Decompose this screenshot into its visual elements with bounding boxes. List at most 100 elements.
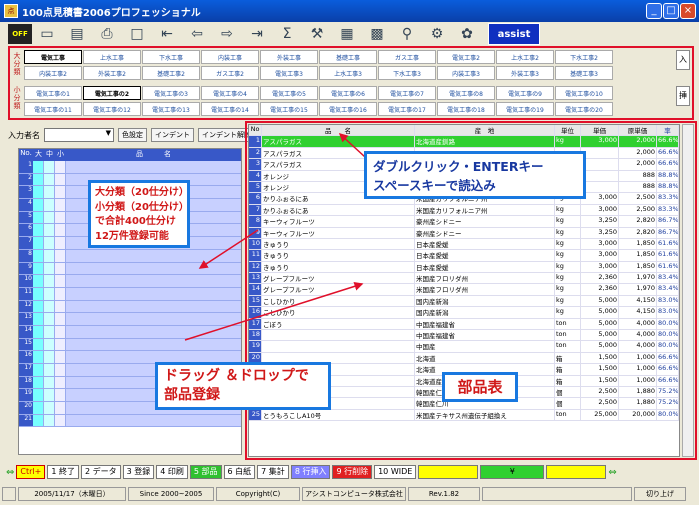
estimate-row[interactable]: 11 xyxy=(19,287,241,301)
major-category-button[interactable]: 電気工事2 xyxy=(437,50,495,64)
wrench-icon[interactable]: ⚒ xyxy=(302,23,332,45)
minor-category-button[interactable]: 電気工事の1 xyxy=(24,86,82,100)
minor-category-button[interactable]: 電気工事の17 xyxy=(378,102,436,116)
print-icon[interactable]: ⎙ xyxy=(92,23,122,45)
middle-cell[interactable] xyxy=(44,199,55,211)
major-cell[interactable] xyxy=(33,325,44,338)
middle-cell[interactable] xyxy=(44,287,55,300)
parts-row[interactable]: 13 グレープフルーツ 米国産フロリダ州 kg 2,360 1,970 83.4% xyxy=(249,273,679,285)
parts-table-scrollbar[interactable] xyxy=(682,124,694,457)
parts-row[interactable]: 16 こしひかり 国内産新潟 kg 5,000 4,150 83.0% xyxy=(249,307,679,319)
minor-category-button[interactable]: 電気工事の3 xyxy=(142,86,200,100)
color-settings-button[interactable]: 色設定 xyxy=(118,128,147,142)
minor-category-button[interactable]: 電気工事の8 xyxy=(437,86,495,100)
gear-icon[interactable]: ⚙ xyxy=(422,23,452,45)
minor-category-button[interactable]: 電気工事の14 xyxy=(201,102,259,116)
major-cell[interactable] xyxy=(33,300,44,313)
major-cell[interactable] xyxy=(33,313,44,325)
estimate-row[interactable]: 12 xyxy=(19,300,241,314)
f13-key[interactable] xyxy=(546,465,607,479)
f5-parts-key[interactable]: 5 部品 xyxy=(189,465,222,479)
document-icon[interactable]: ▦ xyxy=(332,23,362,45)
last-record-icon[interactable]: ⇥ xyxy=(242,23,272,45)
major-category-button[interactable]: 上水工事3 xyxy=(319,66,377,80)
major-cell[interactable] xyxy=(33,173,44,186)
first-record-icon[interactable]: ⇤ xyxy=(152,23,182,45)
major-category-button[interactable]: 下水工事 xyxy=(142,50,200,64)
prev-record-icon[interactable]: ⇦ xyxy=(182,23,212,45)
minor-category-button[interactable]: 電気工事の6 xyxy=(319,86,377,100)
indent-button[interactable]: インデント xyxy=(151,128,194,142)
item-name-cell[interactable] xyxy=(66,313,241,325)
major-category-button[interactable]: 上水工事 xyxy=(83,50,141,64)
major-cell[interactable] xyxy=(33,351,44,363)
major-cell[interactable] xyxy=(33,237,44,249)
minor-cell[interactable] xyxy=(55,275,66,287)
middle-cell[interactable] xyxy=(44,211,55,224)
major-category-button[interactable]: 内装工事3 xyxy=(437,66,495,80)
f4-print-key[interactable]: 4 印刷 xyxy=(156,465,188,479)
parts-row[interactable]: 19 中国産 ton 5,000 4,000 80.0% xyxy=(249,341,679,353)
major-cell[interactable] xyxy=(33,275,44,287)
maximize-button[interactable]: □ xyxy=(663,3,679,19)
major-cell[interactable] xyxy=(33,287,44,300)
estimate-row[interactable]: 14 xyxy=(19,325,241,339)
major-cell[interactable] xyxy=(33,211,44,224)
minor-category-button[interactable]: 電気工事の11 xyxy=(24,102,82,116)
next-record-icon[interactable]: ⇨ xyxy=(212,23,242,45)
f11-key[interactable] xyxy=(418,465,479,479)
middle-cell[interactable] xyxy=(44,237,55,249)
middle-cell[interactable] xyxy=(44,173,55,186)
power-off-button[interactable]: OFF xyxy=(8,24,32,44)
major-category-button[interactable]: ガス工事2 xyxy=(201,66,259,80)
major-category-button[interactable]: 内装工事 xyxy=(201,50,259,64)
f3-register-key[interactable]: 3 登録 xyxy=(122,465,155,479)
middle-cell[interactable] xyxy=(44,376,55,389)
minor-category-button[interactable]: 電気工事の15 xyxy=(260,102,318,116)
new-page-icon[interactable]: □ xyxy=(122,23,152,45)
major-cell[interactable] xyxy=(33,262,44,275)
minor-cell[interactable] xyxy=(55,414,66,427)
minor-cell[interactable] xyxy=(55,300,66,313)
minor-cell[interactable] xyxy=(55,161,66,173)
insert-category-button[interactable]: 挿 xyxy=(676,86,690,106)
save-icon[interactable]: ▤ xyxy=(62,23,92,45)
major-category-button[interactable]: 外装工事 xyxy=(260,50,318,64)
item-name-cell[interactable] xyxy=(66,275,241,287)
estimate-row[interactable]: 1 xyxy=(19,161,241,174)
middle-cell[interactable] xyxy=(44,389,55,402)
estimate-row[interactable]: 21 xyxy=(19,414,241,428)
parts-row[interactable]: 18 中国産福建省 ton 5,000 4,000 80.0% xyxy=(249,330,679,342)
f12-yen-key[interactable]: ¥ xyxy=(480,465,545,479)
major-cell[interactable] xyxy=(33,186,44,199)
major-category-button[interactable]: 基礎工事3 xyxy=(555,66,613,80)
parts-row[interactable]: 25 とうもろこしA10号 米国産テキサス州遺伝子組換え ton 25,000 20,00… xyxy=(249,409,679,422)
calendar-icon[interactable]: ▩ xyxy=(362,23,392,45)
major-cell[interactable] xyxy=(33,389,44,402)
middle-cell[interactable] xyxy=(44,161,55,173)
major-category-button[interactable]: 電気工事 xyxy=(24,50,82,64)
minor-category-button[interactable]: 電気工事の13 xyxy=(142,102,200,116)
middle-cell[interactable] xyxy=(44,313,55,325)
major-cell[interactable] xyxy=(33,376,44,389)
major-category-button[interactable]: 基礎工事2 xyxy=(142,66,200,80)
minor-cell[interactable] xyxy=(55,211,66,224)
middle-cell[interactable] xyxy=(44,325,55,338)
minor-cell[interactable] xyxy=(55,173,66,186)
close-button[interactable]: × xyxy=(680,3,696,19)
estimate-row[interactable]: 13 xyxy=(19,313,241,326)
assist-button[interactable]: assist xyxy=(488,23,540,45)
item-name-cell[interactable] xyxy=(66,262,241,275)
minor-cell[interactable] xyxy=(55,313,66,325)
parts-row[interactable]: 12 きゅうり 日本産愛媛 kg 3,000 1,850 61.6% xyxy=(249,261,679,274)
item-name-cell[interactable] xyxy=(66,414,241,427)
estimate-row[interactable]: 15 xyxy=(19,338,241,352)
minor-category-button[interactable]: 電気工事の12 xyxy=(83,102,141,116)
status-rounding[interactable]: 切り上げ xyxy=(634,487,686,501)
f2-data-key[interactable]: 2 データ xyxy=(80,465,121,479)
f9-delete-row-key[interactable]: 9 行削除 xyxy=(332,465,373,479)
f7-total-key[interactable]: 7 集計 xyxy=(257,465,289,479)
middle-cell[interactable] xyxy=(44,249,55,262)
minor-category-button[interactable]: 電気工事の9 xyxy=(496,86,554,100)
major-cell[interactable] xyxy=(33,364,44,376)
